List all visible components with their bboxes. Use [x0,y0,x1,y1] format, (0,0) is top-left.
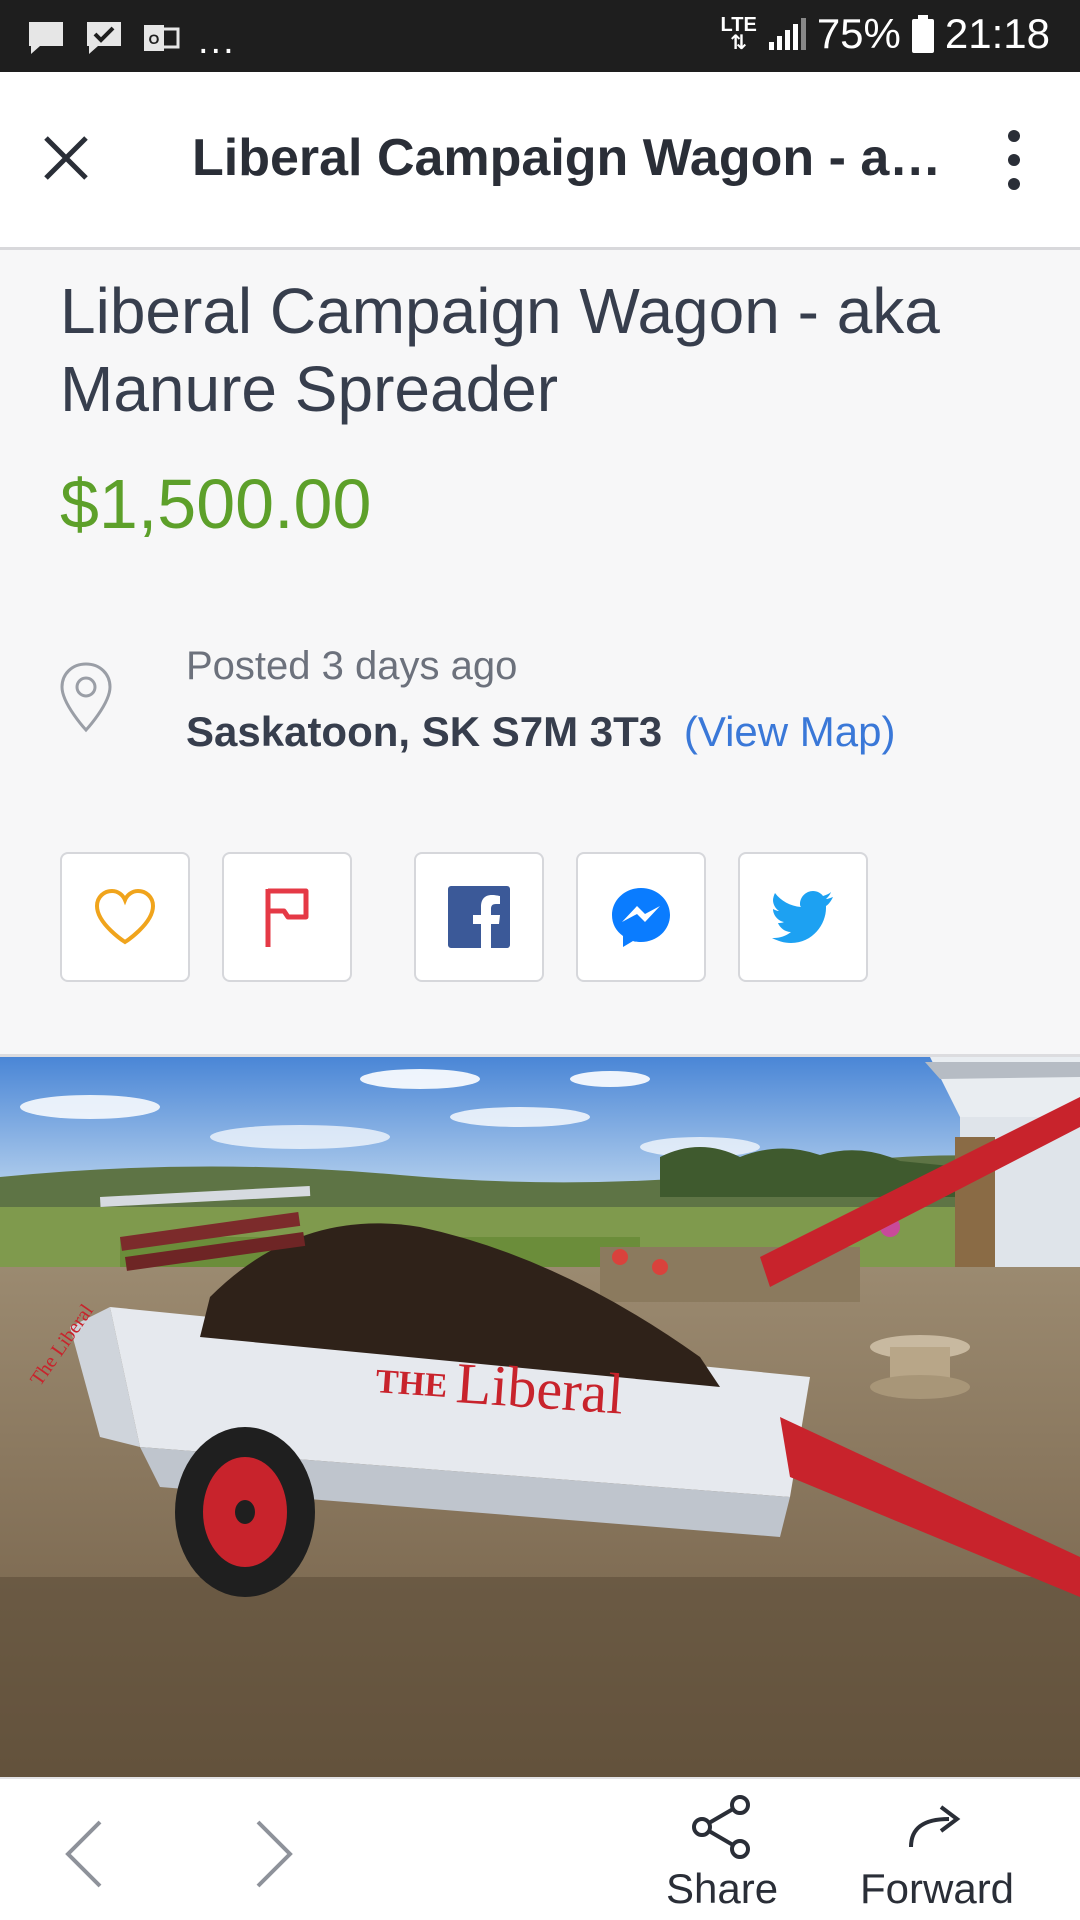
wagon-text-liberal: Liberal [454,1350,626,1427]
share-icon [692,1795,751,1859]
facebook-icon [448,886,510,948]
chevron-right-icon [256,1820,293,1888]
share-button[interactable]: Share [666,1795,778,1913]
lte-indicator: LTE ⇅ [720,14,757,54]
more-vert-icon [1008,130,1020,190]
listing-title: Liberal Campaign Wagon - aka Manure Spre… [60,275,940,425]
forward-label: Forward [860,1865,1015,1912]
listing-photo[interactable]: THE Liberal The Liberal [0,1057,1080,1777]
report-button[interactable] [222,852,352,982]
manure-spreader-image: THE Liberal The Liberal [0,1057,1080,1777]
more-options-button[interactable] [990,124,1038,196]
battery-percent: 75% [816,10,901,57]
heart-icon [94,888,156,945]
share-label: Share [666,1865,779,1912]
svg-text:O: O [149,31,160,47]
next-button[interactable] [234,1809,314,1899]
clock: 21:18 [944,10,1050,57]
battery-icon [911,14,935,54]
chevron-left-icon [65,1820,102,1888]
twitter-share-button[interactable] [738,852,868,982]
forward-icon [909,1805,961,1848]
message-check-icon [84,19,124,57]
close-icon [44,136,88,180]
favorite-button[interactable] [60,852,190,982]
signal-icon [767,16,807,52]
close-button[interactable] [34,126,98,190]
previous-button[interactable] [44,1809,124,1899]
app-bar: Liberal Campaign Wagon - aka Manure Spre… [0,72,1080,250]
message-icon [26,19,66,57]
twitter-icon [772,891,833,943]
messenger-icon [612,888,670,947]
notification-icons: O ... [26,16,236,60]
view-map-link[interactable]: (View Map) [684,708,896,755]
location-row: Saskatoon, SK S7M 3T3 (View Map) [186,708,895,756]
location-text: Saskatoon, SK S7M 3T3 [186,708,663,755]
app-bar-title: Liberal Campaign Wagon - aka Manure Spre… [192,129,952,187]
bottom-bar: Share Forward [0,1777,1080,1920]
listing-price: $1,500.00 [60,465,372,543]
status-bar: O ... LTE ⇅ 75% 21:18 [0,0,1080,72]
status-overflow: ... [198,20,236,62]
outlook-icon: O [142,21,180,55]
posted-date: Posted 3 days ago [186,644,518,688]
system-indicators: LTE ⇅ 75% 21:18 [721,10,1050,58]
messenger-share-button[interactable] [576,852,706,982]
forward-button[interactable]: Forward [860,1795,1014,1913]
facebook-share-button[interactable] [414,852,544,982]
location-pin-icon [58,660,114,734]
wagon-text-the: THE [374,1363,448,1405]
flag-icon [265,888,309,947]
